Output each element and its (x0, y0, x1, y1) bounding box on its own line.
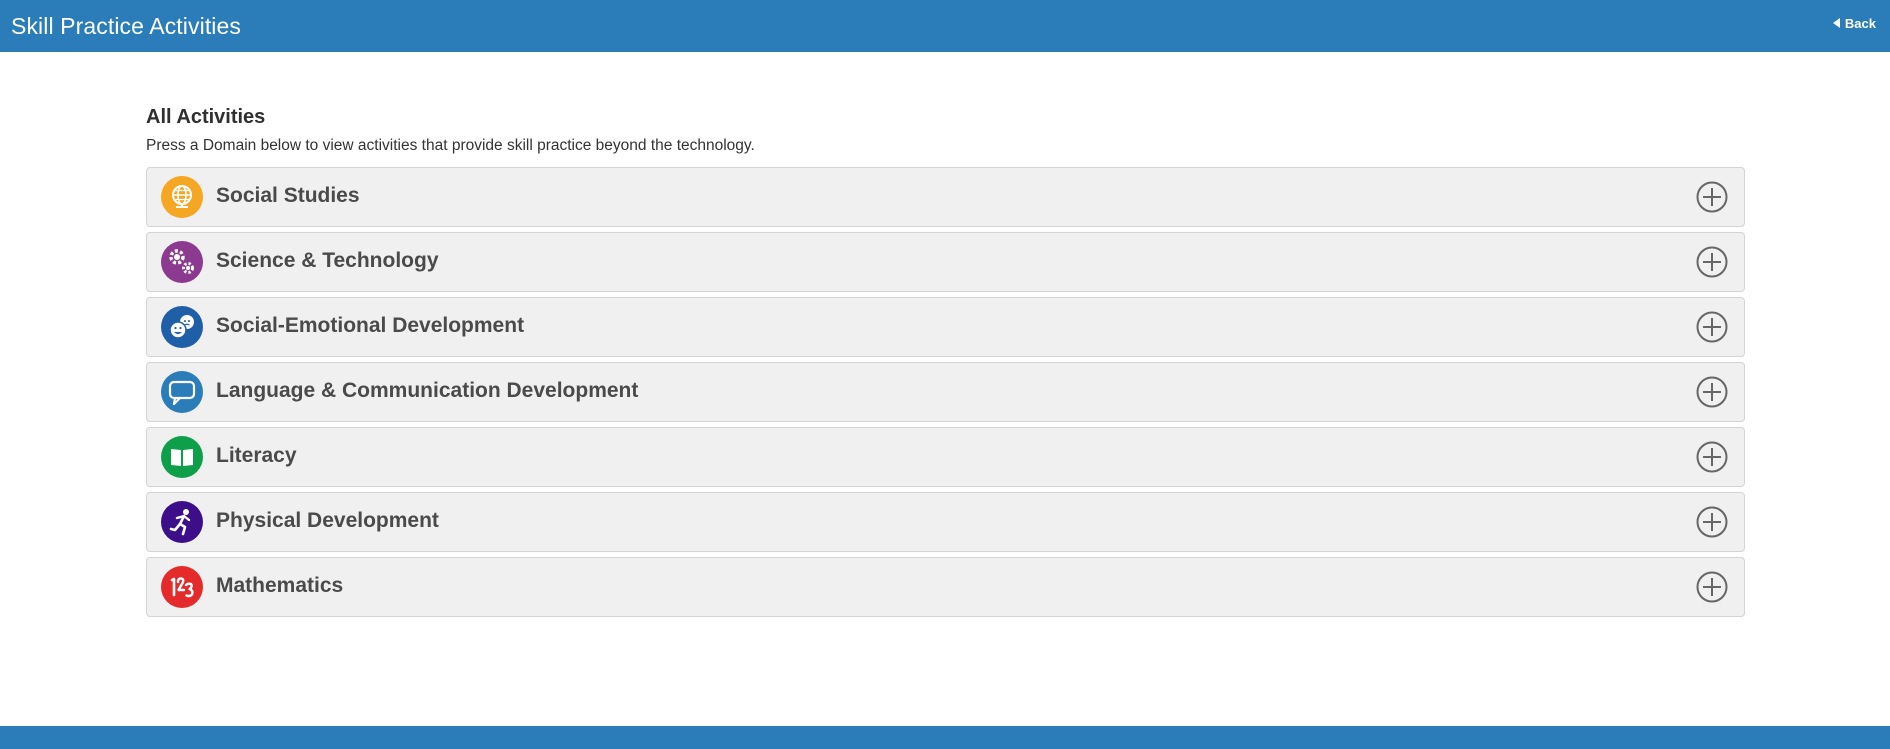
domain-label: Science & Technology (216, 248, 439, 272)
plus-circle-icon[interactable] (1696, 376, 1728, 408)
top-bar: Skill Practice Activities Back (0, 0, 1890, 52)
domain-label: Literacy (216, 443, 297, 467)
plus-circle-icon[interactable] (1696, 181, 1728, 213)
plus-circle-icon[interactable] (1696, 311, 1728, 343)
running-figure-icon (161, 501, 203, 543)
footer-bar (0, 726, 1890, 749)
plus-circle-icon[interactable] (1696, 441, 1728, 473)
plus-circle-icon[interactable] (1696, 506, 1728, 538)
section-title: All Activities (146, 106, 266, 128)
numbers-icon (161, 566, 203, 608)
domain-row-social-emotional[interactable]: Social-Emotional Development (146, 297, 1745, 357)
plus-circle-icon[interactable] (1696, 246, 1728, 278)
faces-icon (161, 306, 203, 348)
globe-icon (161, 176, 203, 218)
back-arrow-icon (1832, 18, 1840, 28)
domain-label: Language & Communication Development (216, 378, 639, 402)
gears-icon (161, 241, 203, 283)
speech-bubble-icon (161, 371, 203, 413)
plus-circle-icon[interactable] (1696, 571, 1728, 603)
section-description: Press a Domain below to view activities … (146, 137, 755, 154)
domain-row-physical-development[interactable]: Physical Development (146, 492, 1745, 552)
domain-label: Mathematics (216, 573, 344, 597)
app-title: Skill Practice Activities (11, 12, 242, 39)
domain-row-literacy[interactable]: Literacy (146, 427, 1745, 487)
main-content: All Activities Press a Domain below to v… (146, 106, 1745, 617)
domain-label: Physical Development (216, 508, 439, 532)
domain-label: Social-Emotional Development (216, 313, 525, 337)
back-label: Back (1844, 15, 1876, 31)
domain-row-science-technology[interactable]: Science & Technology (146, 232, 1745, 292)
domain-list: Social Studies Science & Technology Soci… (146, 167, 1745, 617)
domain-row-language-communication[interactable]: Language & Communication Development (146, 362, 1745, 422)
book-icon (161, 436, 203, 478)
back-button[interactable]: Back (1832, 15, 1876, 31)
domain-label: Social Studies (216, 183, 360, 207)
domain-row-social-studies[interactable]: Social Studies (146, 167, 1745, 227)
domain-row-mathematics[interactable]: Mathematics (146, 557, 1745, 617)
